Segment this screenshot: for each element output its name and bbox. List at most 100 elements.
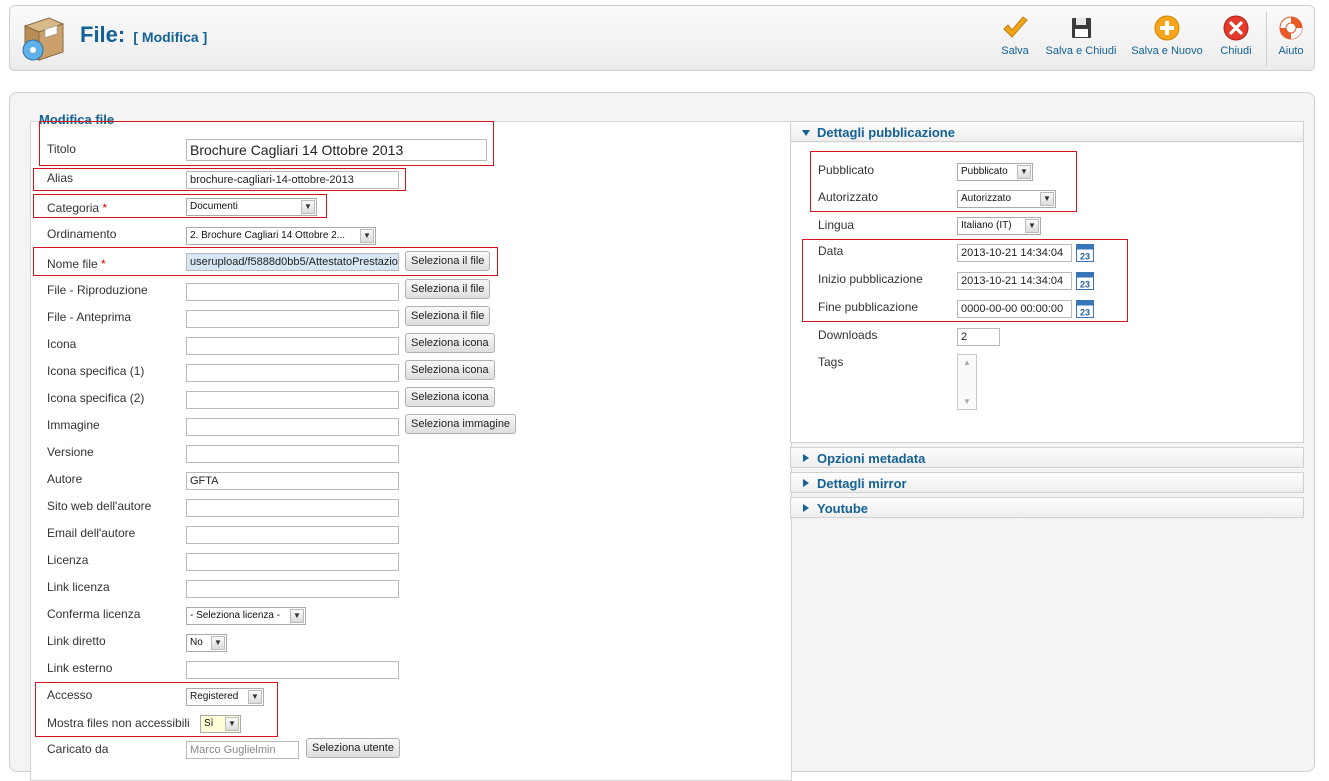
- accesso-label: Accesso: [47, 688, 93, 702]
- email-autore-input[interactable]: [186, 526, 399, 544]
- nome-file-input[interactable]: userupload/f5888d0bb5/AttestatoPrestazio…: [186, 253, 399, 271]
- lingua-label: Lingua: [818, 218, 855, 232]
- tags-label: Tags: [818, 355, 844, 369]
- file-anteprima-label: File - Anteprima: [47, 310, 132, 324]
- conferma-licenza-select[interactable]: - Seleziona licenza - ▼: [186, 607, 306, 625]
- licenza-label: Licenza: [47, 553, 89, 567]
- select-file-button[interactable]: Seleziona il file: [405, 251, 491, 271]
- titolo-input[interactable]: Brochure Cagliari 14 Ottobre 2013: [186, 139, 487, 161]
- link-licenza-label: Link licenza: [47, 580, 110, 594]
- lingua-select[interactable]: Italiano (IT) ▼: [957, 217, 1041, 235]
- conferma-licenza-label: Conferma licenza: [47, 607, 141, 621]
- accordion-title: Youtube: [817, 501, 869, 516]
- select-icona1-button[interactable]: Seleziona icona: [405, 360, 495, 380]
- link-licenza-input[interactable]: [186, 580, 399, 598]
- save-new-button[interactable]: Salva e Nuovo: [1130, 14, 1204, 66]
- link-diretto-value: No: [190, 637, 203, 648]
- alias-label: Alias: [47, 171, 74, 185]
- accordion-dettagli-pubblicazione[interactable]: Dettagli pubblicazione: [790, 121, 1304, 142]
- icona1-input[interactable]: [186, 364, 399, 382]
- autore-input[interactable]: GFTA: [186, 472, 399, 490]
- link-diretto-select[interactable]: No ▼: [186, 634, 227, 652]
- triangle-right-icon: [803, 454, 809, 462]
- conferma-licenza-value: - Seleziona licenza -: [190, 610, 281, 621]
- calendar-icon[interactable]: 23: [1076, 300, 1094, 318]
- link-esterno-input[interactable]: [186, 661, 399, 679]
- icona-input[interactable]: [186, 337, 399, 355]
- inizio-pubblicazione-label: Inizio pubblicazione: [818, 272, 923, 286]
- accordion-title: Dettagli mirror: [817, 476, 907, 491]
- immagine-input[interactable]: [186, 418, 399, 436]
- autorizzato-value: Autorizzato: [961, 193, 1012, 204]
- select-icona2-button[interactable]: Seleziona icona: [405, 387, 495, 407]
- autorizzato-select[interactable]: Autorizzato ▼: [957, 190, 1056, 208]
- svg-text:23: 23: [1080, 308, 1090, 318]
- titolo-label: Titolo: [47, 142, 76, 156]
- save-button[interactable]: Salva: [998, 14, 1032, 66]
- email-autore-label: Email dell'autore: [47, 526, 136, 540]
- versione-input[interactable]: [186, 445, 399, 463]
- file-riproduzione-label: File - Riproduzione: [47, 283, 148, 297]
- close-label: Chiudi: [1220, 45, 1252, 57]
- categoria-select[interactable]: Documenti ▼: [186, 198, 317, 216]
- accesso-select[interactable]: Registered ▼: [186, 688, 264, 706]
- lifebuoy-icon: [1279, 16, 1303, 40]
- sito-autore-input[interactable]: [186, 499, 399, 517]
- fine-pubblicazione-label: Fine pubblicazione: [818, 300, 919, 314]
- icona2-input[interactable]: [186, 391, 399, 409]
- calendar-icon[interactable]: 23: [1076, 272, 1094, 290]
- triangle-right-icon: [803, 504, 809, 512]
- icona2-label: Icona specifica (2): [47, 391, 145, 405]
- mostra-files-select[interactable]: Sì ▼: [200, 715, 241, 733]
- accordion-title: Dettagli pubblicazione: [817, 125, 955, 140]
- svg-text:23: 23: [1080, 252, 1090, 262]
- floppy-disk-icon: [1072, 18, 1091, 38]
- autore-label: Autore: [47, 472, 83, 486]
- mostra-files-label: Mostra files non accessibili: [47, 716, 190, 730]
- select-icona-button[interactable]: Seleziona icona: [405, 333, 495, 353]
- chevron-down-icon: ▼: [1040, 192, 1054, 206]
- help-label: Aiuto: [1278, 45, 1304, 57]
- chevron-down-icon: ▼: [1017, 165, 1031, 179]
- chevron-down-icon: ▼: [1025, 219, 1039, 233]
- select-immagine-button[interactable]: Seleziona immagine: [405, 414, 517, 434]
- immagine-label: Immagine: [47, 418, 100, 432]
- pubblicato-select[interactable]: Pubblicato ▼: [957, 163, 1033, 181]
- chevron-down-icon: ▼: [248, 690, 262, 704]
- lingua-value: Italiano (IT): [961, 220, 1012, 231]
- save-new-label: Salva e Nuovo: [1131, 45, 1203, 57]
- data-input[interactable]: 2013-10-21 14:34:04: [957, 244, 1072, 262]
- file-riproduzione-input[interactable]: [186, 283, 399, 301]
- tags-listbox[interactable]: ▲ ▼: [957, 354, 977, 410]
- accordion-youtube[interactable]: Youtube: [790, 497, 1304, 518]
- close-button[interactable]: Chiudi: [1216, 14, 1256, 66]
- icona1-label: Icona specifica (1): [47, 364, 145, 378]
- licenza-input[interactable]: [186, 553, 399, 571]
- select-anteprima-button[interactable]: Seleziona il file: [405, 306, 491, 326]
- plus-circle-icon: [1154, 15, 1180, 41]
- fine-pubblicazione-input[interactable]: 0000-00-00 00:00:00: [957, 300, 1072, 318]
- chevron-down-icon: ▼: [301, 200, 315, 214]
- nome-file-label: Nome file *: [47, 257, 106, 271]
- save-close-button[interactable]: Salva e Chiudi: [1044, 14, 1118, 66]
- downloads-input[interactable]: 2: [957, 328, 1000, 346]
- calendar-icon[interactable]: 23: [1076, 244, 1094, 262]
- required-mark: *: [101, 257, 106, 271]
- accordion-dettagli-mirror[interactable]: Dettagli mirror: [790, 472, 1304, 493]
- triangle-down-icon: [802, 130, 810, 136]
- select-riproduzione-button[interactable]: Seleziona il file: [405, 279, 491, 299]
- sito-autore-label: Sito web dell'autore: [47, 499, 152, 513]
- help-button[interactable]: Aiuto: [1274, 14, 1308, 66]
- inizio-pubblicazione-input[interactable]: 2013-10-21 14:34:04: [957, 272, 1072, 290]
- ordinamento-select[interactable]: 2. Brochure Cagliari 14 Ottobre 2... ▼: [186, 227, 376, 245]
- required-mark: *: [102, 201, 108, 215]
- categoria-label-text: Categoria: [47, 201, 100, 215]
- close-circle-icon: [1223, 15, 1249, 41]
- alias-input[interactable]: brochure-cagliari-14-ottobre-2013: [186, 171, 399, 189]
- ordinamento-value: 2. Brochure Cagliari 14 Ottobre 2...: [190, 230, 346, 241]
- file-anteprima-input[interactable]: [186, 310, 399, 328]
- select-user-button[interactable]: Seleziona utente: [306, 738, 400, 758]
- accordion-opzioni-metadata[interactable]: Opzioni metadata: [790, 447, 1304, 468]
- chevron-down-icon: ▼: [225, 717, 239, 731]
- caricato-da-input[interactable]: Marco Guglielmin: [186, 741, 299, 759]
